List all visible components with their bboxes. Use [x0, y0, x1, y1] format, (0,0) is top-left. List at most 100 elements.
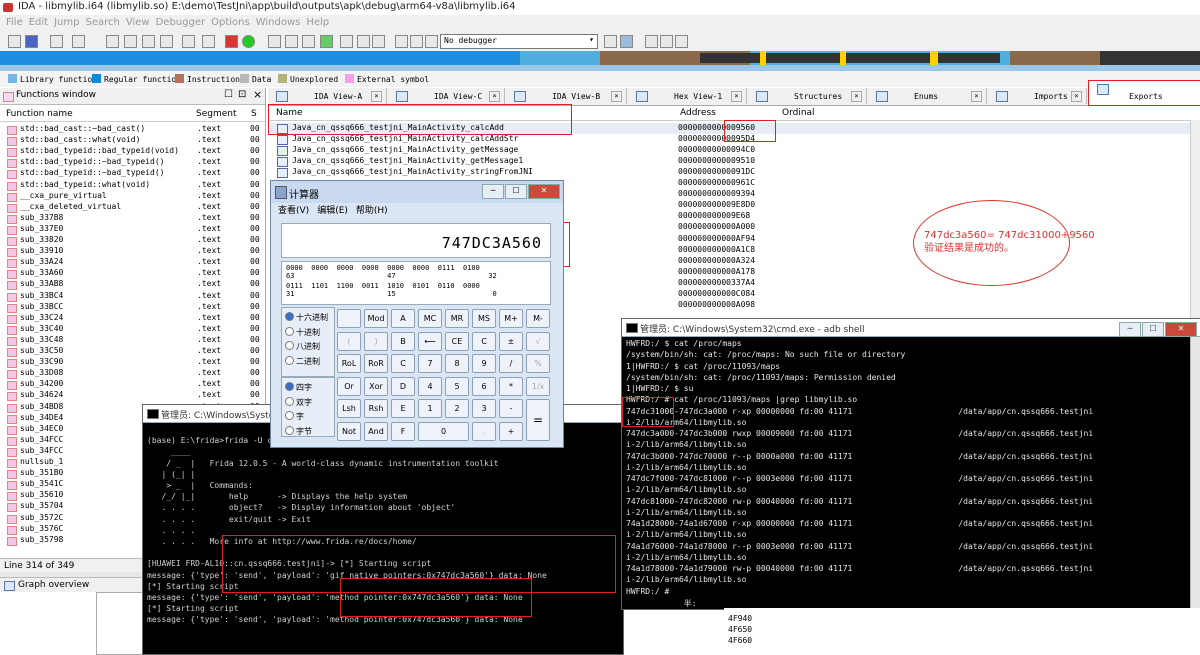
- struct-icon[interactable]: [268, 35, 281, 48]
- calc-button[interactable]: CE: [445, 331, 469, 351]
- tab-close-icon[interactable]: ×: [851, 91, 862, 102]
- word-radio[interactable]: 字: [285, 411, 304, 422]
- tab-close-icon[interactable]: ×: [971, 91, 982, 102]
- navigation-band[interactable]: [0, 51, 1200, 65]
- function-row[interactable]: sub_33AB8 .text 00: [0, 279, 265, 291]
- base-radio[interactable]: 十进制: [285, 326, 320, 338]
- calc-button[interactable]: F: [391, 421, 415, 441]
- trace-icon[interactable]: [675, 35, 688, 48]
- close-x-icon[interactable]: [372, 35, 385, 48]
- menu-windows[interactable]: Windows: [256, 17, 301, 28]
- column-start[interactable]: S: [251, 109, 257, 119]
- close-pane-icon[interactable]: ×: [253, 88, 262, 101]
- function-row[interactable]: sub_34200 .text 00: [0, 379, 265, 391]
- function-row[interactable]: sub_33C24 .text 00: [0, 313, 265, 324]
- calc-button[interactable]: *: [499, 376, 523, 396]
- calc-button[interactable]: M+: [499, 309, 523, 328]
- calc-button[interactable]: M-: [526, 309, 550, 328]
- calc-button[interactable]: 3: [472, 399, 496, 418]
- calculator-menu-item[interactable]: 查看(V): [278, 206, 309, 216]
- calc-button[interactable]: ): [364, 331, 388, 351]
- calc-button[interactable]: Xor: [364, 376, 388, 396]
- calc-button[interactable]: 7: [418, 354, 442, 373]
- calc-button[interactable]: .: [472, 421, 496, 441]
- calc-button[interactable]: 1: [418, 399, 442, 418]
- function-row[interactable]: sub_33D08 .text 00: [0, 368, 265, 380]
- calc-button[interactable]: Or: [337, 376, 361, 396]
- play-icon[interactable]: [395, 35, 408, 48]
- calc-button[interactable]: Not: [337, 421, 361, 441]
- base-radio[interactable]: 二进制: [285, 355, 320, 367]
- calc-button[interactable]: Lsh: [337, 399, 361, 418]
- step-icon[interactable]: [660, 35, 673, 48]
- column-function-name[interactable]: Function name: [6, 109, 73, 119]
- down-arrow-icon[interactable]: [182, 35, 195, 48]
- function-row[interactable]: std::bad_typeid::what(void) .text 00: [0, 180, 265, 191]
- tab-ida-view-a[interactable]: IDA View-A ×: [268, 88, 387, 104]
- tab-imports[interactable]: Imports ×: [988, 88, 1087, 104]
- tab-close-icon[interactable]: ×: [489, 91, 500, 102]
- menu-edit[interactable]: Edit: [29, 17, 48, 28]
- word-radio[interactable]: 双字: [285, 396, 312, 408]
- column-ordinal[interactable]: Ordinal: [782, 108, 815, 118]
- calc-button[interactable]: Rsh: [364, 399, 388, 418]
- tab-ida-view-c[interactable]: IDA View-C ×: [388, 88, 505, 104]
- calc-button[interactable]: B: [391, 331, 415, 351]
- tab-ida-view-b[interactable]: IDA View-B ×: [506, 88, 627, 104]
- base-radio[interactable]: 十六进制: [285, 312, 328, 323]
- function-row[interactable]: sub_337E0 .text 00: [0, 224, 265, 235]
- menu-options[interactable]: Options: [211, 17, 250, 28]
- adb-shell-window[interactable]: 管理员: C:\Windows\System32\cmd.exe - adb s…: [621, 318, 1200, 610]
- menu-debugger[interactable]: Debugger: [156, 17, 206, 28]
- tab-hex-view-1[interactable]: Hex View-1 ×: [628, 88, 747, 104]
- calc-button[interactable]: [337, 309, 361, 328]
- column-address[interactable]: Address: [680, 108, 716, 118]
- calc-button[interactable]: And: [364, 421, 388, 441]
- calculator-menu-item[interactable]: 帮助(H): [356, 206, 388, 216]
- tab-close-icon[interactable]: ×: [1071, 91, 1082, 102]
- function-row[interactable]: sub_33A60 .text 00: [0, 268, 265, 280]
- tab-close-icon[interactable]: ×: [371, 91, 382, 102]
- calc-button[interactable]: ⟵: [418, 331, 442, 351]
- code-icon[interactable]: [124, 35, 137, 48]
- function-row[interactable]: sub_33C50 .text 00: [0, 346, 265, 357]
- calculator-window[interactable]: 计算器 ─ ☐ ✕ 查看(V) 编辑(E) 帮助(H) 747DC3A560 0000 …: [270, 180, 564, 448]
- base-radio[interactable]: 八进制: [285, 341, 320, 352]
- calc-button[interactable]: MR: [445, 309, 469, 328]
- function-row[interactable]: std::bad_cast::what(void) .text 00: [0, 135, 265, 147]
- debugger-select[interactable]: No debugger ▾: [440, 34, 598, 49]
- open-icon[interactable]: [8, 35, 21, 48]
- graph-icon[interactable]: [320, 35, 333, 48]
- exports-scrollbar[interactable]: [1190, 120, 1200, 320]
- word-radio[interactable]: 字节: [285, 425, 312, 437]
- function-row[interactable]: sub_33BC4 .text 00: [0, 291, 265, 302]
- tab-close-icon[interactable]: ×: [611, 91, 622, 102]
- run-icon[interactable]: [242, 35, 255, 48]
- data-icon[interactable]: [142, 35, 155, 48]
- function-row[interactable]: sub_33A24 .text 00: [0, 257, 265, 269]
- xref-icon[interactable]: [357, 35, 370, 48]
- back-icon[interactable]: [50, 35, 63, 48]
- calc-button[interactable]: 0: [418, 421, 469, 441]
- function-row[interactable]: sub_33C40 .text 00: [0, 324, 265, 335]
- function-row[interactable]: __cxa_deleted_virtual .text 00: [0, 202, 265, 213]
- function-row[interactable]: sub_33C48 .text 00: [0, 335, 265, 346]
- menu-file[interactable]: File: [6, 17, 23, 28]
- process-icon[interactable]: [620, 35, 633, 48]
- calc-button[interactable]: -: [499, 399, 523, 418]
- minimize-icon[interactable]: ─: [1119, 322, 1141, 337]
- adb-shell-scrollbar[interactable]: [1190, 337, 1200, 609]
- export-row[interactable]: Java_cn_qssq666_testjni_MainActivity_get…: [270, 156, 1200, 168]
- menu-jump[interactable]: Jump: [54, 17, 79, 28]
- calc-button[interactable]: 1/x: [526, 376, 550, 396]
- function-row[interactable]: sub_33BCC .text 00: [0, 302, 265, 313]
- tab-structures[interactable]: Structures ×: [748, 88, 867, 104]
- calc-button[interactable]: E: [391, 399, 415, 418]
- attach-icon[interactable]: [604, 35, 617, 48]
- function-row[interactable]: std::bad_typeid::bad_typeid(void) .text 00: [0, 146, 265, 158]
- column-segment[interactable]: Segment: [196, 109, 237, 119]
- binary-icon[interactable]: [106, 35, 119, 48]
- calculator-menu-item[interactable]: 编辑(E): [317, 206, 348, 216]
- jump-icon[interactable]: [160, 35, 173, 48]
- maximize-icon[interactable]: ☐: [1142, 322, 1164, 337]
